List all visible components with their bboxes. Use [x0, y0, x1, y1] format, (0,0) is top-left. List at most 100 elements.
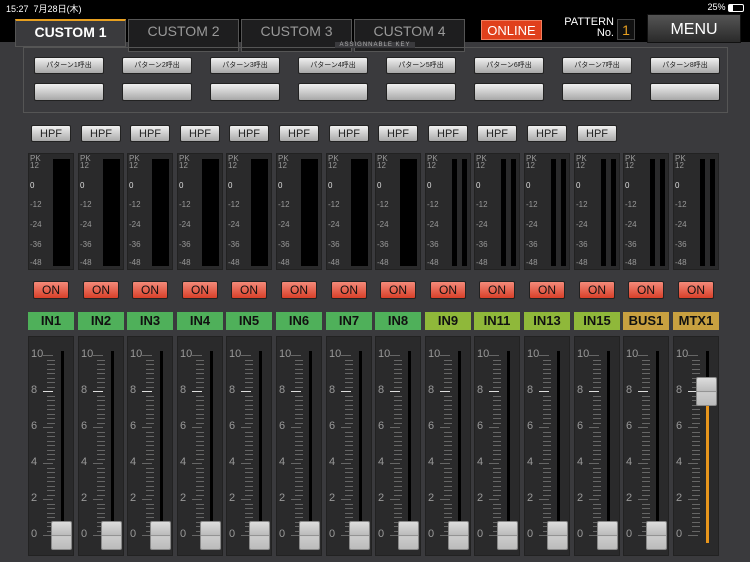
on-button-in5[interactable]: ON [231, 281, 267, 299]
assignable-key-13[interactable] [386, 83, 456, 101]
fader-in11[interactable]: 10 8 6 4 2 0 [474, 336, 520, 556]
on-button-in1[interactable]: ON [33, 281, 69, 299]
assignable-key-11[interactable] [210, 83, 280, 101]
fader-tick [47, 503, 55, 505]
hpf-button-in6[interactable]: HPF [279, 125, 319, 142]
fader-in7[interactable]: 10 8 6 4 2 0 [326, 336, 372, 556]
assignable-key-8[interactable]: パターン8呼出 [650, 57, 720, 74]
on-button-in8[interactable]: ON [380, 281, 416, 299]
assignable-key-10[interactable] [122, 83, 192, 101]
fader-knob[interactable] [101, 521, 122, 550]
fader-knob[interactable] [696, 377, 717, 406]
fader-tick [642, 449, 650, 451]
on-button-in7[interactable]: ON [331, 281, 367, 299]
fader-in4[interactable]: 10 8 6 4 2 0 [177, 336, 223, 556]
assignable-key-16[interactable] [650, 83, 720, 101]
fader-knob[interactable] [249, 521, 270, 550]
fader-tick [593, 382, 601, 383]
fader-in6[interactable]: 10 8 6 4 2 0 [276, 336, 322, 556]
fader-tick [196, 368, 204, 370]
fader-in8[interactable]: 10 8 6 4 2 0 [375, 336, 421, 556]
fader-knob[interactable] [448, 521, 469, 550]
assignable-key-5[interactable]: パターン5呼出 [386, 57, 456, 74]
fader-knob[interactable] [547, 521, 568, 550]
hpf-button-in9[interactable]: HPF [428, 125, 468, 142]
meter-bar-left [452, 159, 457, 266]
on-button-bus1[interactable]: ON [628, 281, 664, 299]
meter-bar-right [660, 159, 665, 266]
hpf-button-in2[interactable]: HPF [81, 125, 121, 142]
hpf-button-in4[interactable]: HPF [180, 125, 220, 142]
fader-knob[interactable] [299, 521, 320, 550]
fader-in9[interactable]: 10 8 6 4 2 0 [425, 336, 471, 556]
hpf-button-in3[interactable]: HPF [130, 125, 170, 142]
online-status-button[interactable]: ONLINE [481, 20, 542, 40]
fader-tick [444, 404, 452, 406]
on-button-in3[interactable]: ON [132, 281, 168, 299]
fader-knob[interactable] [398, 521, 419, 550]
fader-scale-label: 0 [31, 528, 38, 540]
fader-tick [543, 476, 551, 478]
fader-knob[interactable] [51, 521, 72, 550]
hpf-button-in5[interactable]: HPF [229, 125, 269, 142]
pattern-number[interactable]: 1 [617, 19, 635, 40]
assignable-key-2[interactable]: パターン2呼出 [122, 57, 192, 74]
fader-scale-label: 8 [477, 384, 484, 396]
fader-tick [593, 503, 601, 505]
fader-tick [543, 436, 551, 437]
hpf-button-in11[interactable]: HPF [477, 125, 517, 142]
assignable-key-7[interactable]: パターン7呼出 [562, 57, 632, 74]
fader-bus1[interactable]: 10 8 6 4 2 0 [623, 336, 669, 556]
meter-scale-label: -48 [129, 258, 141, 267]
fader-in3[interactable]: 10 8 6 4 2 0 [127, 336, 173, 556]
meter-scale-label: 0 [576, 181, 581, 190]
fader-knob[interactable] [150, 521, 171, 550]
hpf-button-in13[interactable]: HPF [527, 125, 567, 142]
fader-in15[interactable]: 10 8 6 4 2 0 [574, 336, 620, 556]
fader-tick [593, 395, 601, 397]
menu-button[interactable]: MENU [647, 14, 741, 43]
fader-tick [345, 485, 353, 487]
fader-knob[interactable] [349, 521, 370, 550]
on-button-in11[interactable]: ON [479, 281, 515, 299]
on-button-in13[interactable]: ON [529, 281, 565, 299]
meter-scale-label: -12 [179, 200, 191, 209]
fader-tick [593, 400, 601, 401]
hpf-button-in1[interactable]: HPF [31, 125, 71, 142]
fader-knob[interactable] [646, 521, 667, 550]
fader-scale-label: 6 [279, 420, 286, 432]
fader-in5[interactable]: 10 8 6 4 2 0 [226, 336, 272, 556]
on-button-in9[interactable]: ON [430, 281, 466, 299]
fader-in1[interactable]: 10 8 6 4 2 0 [28, 336, 74, 556]
hpf-button-in7[interactable]: HPF [329, 125, 369, 142]
fader-knob[interactable] [200, 521, 221, 550]
assignable-key-12[interactable] [298, 83, 368, 101]
on-button-mtx1[interactable]: ON [678, 281, 714, 299]
hpf-button-in15[interactable]: HPF [577, 125, 617, 142]
fader-knob[interactable] [497, 521, 518, 550]
fader-tick [142, 355, 152, 356]
assignable-key-1[interactable]: パターン1呼出 [34, 57, 104, 74]
on-button-in4[interactable]: ON [182, 281, 218, 299]
on-button-in2[interactable]: ON [83, 281, 119, 299]
fader-in13[interactable]: 10 8 6 4 2 0 [524, 336, 570, 556]
fader-tick [245, 485, 253, 487]
hpf-button-in8[interactable]: HPF [378, 125, 418, 142]
fader-in2[interactable]: 10 8 6 4 2 0 [78, 336, 124, 556]
on-button-in15[interactable]: ON [579, 281, 615, 299]
assignable-key-4[interactable]: パターン4呼出 [298, 57, 368, 74]
fader-tick [345, 377, 353, 379]
assignable-key-6[interactable]: パターン6呼出 [474, 57, 544, 74]
assignable-key-3[interactable]: パターン3呼出 [210, 57, 280, 74]
assignable-key-9[interactable] [34, 83, 104, 101]
assignable-key-14[interactable] [474, 83, 544, 101]
fader-tick [93, 463, 103, 464]
assignable-key-15[interactable] [562, 83, 632, 101]
level-meter-in11: PK 12 0 -12 -24 -36 -48 [474, 153, 520, 270]
fader-mtx1[interactable]: 10 8 6 4 2 0 [673, 336, 719, 556]
fader-knob[interactable] [597, 521, 618, 550]
fader-scale-label: 2 [130, 492, 137, 504]
fader-tick [295, 445, 303, 446]
fader-scale-label: 8 [676, 384, 683, 396]
on-button-in6[interactable]: ON [281, 281, 317, 299]
